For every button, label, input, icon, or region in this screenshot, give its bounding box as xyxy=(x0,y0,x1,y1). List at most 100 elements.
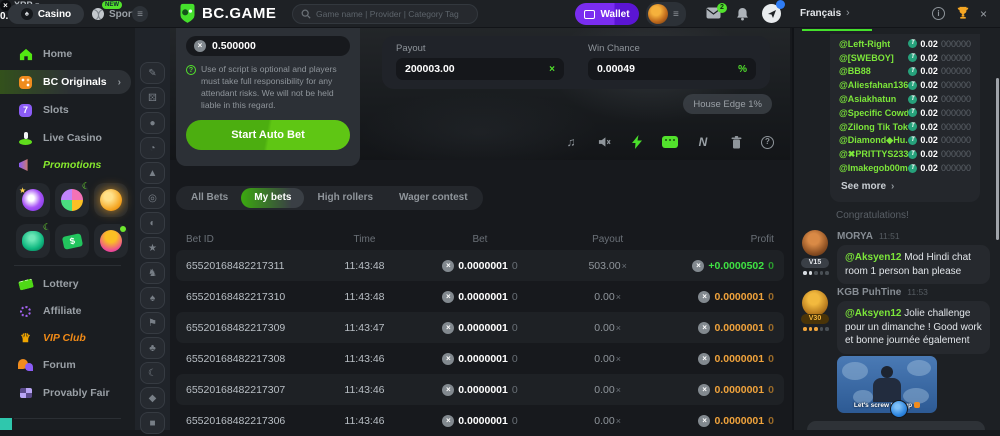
game-nav-icon-8[interactable]: ★ xyxy=(140,237,165,259)
tab-wager-contest[interactable]: Wager contest xyxy=(386,188,481,208)
sidebar-item-live-casino[interactable]: Live Casino xyxy=(0,126,135,150)
profile-menu[interactable] xyxy=(646,2,686,26)
divider xyxy=(14,265,121,266)
game-nav-icon-14[interactable]: ◆ xyxy=(140,387,165,409)
chat-tab-indicator xyxy=(802,29,872,31)
brand-logo[interactable]: BC.GAME xyxy=(178,3,276,24)
promo-tile-wheel[interactable] xyxy=(55,183,89,217)
game-nav-icon-10[interactable]: ♠ xyxy=(140,287,165,309)
promo-tile-cash[interactable] xyxy=(55,224,89,258)
cash-icon xyxy=(61,233,82,250)
table-row[interactable]: 65520168482217308 11:43:46 0.00000010 0.… xyxy=(176,343,784,374)
bet-amount-input[interactable]: 0.500000 xyxy=(186,36,350,56)
music-icon[interactable]: ♫ xyxy=(563,134,579,150)
game-nav-icon-11[interactable]: ⚑ xyxy=(140,312,165,334)
disclaimer-text: Use of script is optional and players mu… xyxy=(201,64,337,110)
vip-level-badge: V30 xyxy=(801,314,829,324)
chat-message[interactable]: @Aksyen12 Mod Hindi chat room 1 person b… xyxy=(837,245,990,284)
xrp-coin-icon xyxy=(194,40,206,52)
game-nav-icon-5[interactable]: ▲ xyxy=(140,162,165,184)
game-nav-icon-3[interactable]: ● xyxy=(140,112,165,134)
game-nav-icon-7[interactable]: ◐ xyxy=(140,212,165,234)
help-icon[interactable]: ? xyxy=(761,136,774,149)
promo-tile-piggy[interactable] xyxy=(94,183,128,217)
chat-input[interactable] xyxy=(807,421,985,430)
language-selector[interactable]: Français xyxy=(800,8,841,19)
language-chevron-icon[interactable] xyxy=(846,7,862,22)
turbo-bolt-icon[interactable] xyxy=(629,134,645,150)
bell-icon xyxy=(736,7,749,21)
table-row[interactable]: 65520168482217306 11:43:46 0.00000010 0.… xyxy=(176,405,784,436)
game-nav-icon-15[interactable]: ■ xyxy=(140,412,165,434)
sidebar-item-lottery[interactable]: Lottery xyxy=(0,272,135,296)
chat-message[interactable]: @Aksyen12 Jolie challenge pour un dimanc… xyxy=(837,301,990,354)
game-nav-icon-2[interactable]: ⚄ xyxy=(140,87,165,109)
table-row[interactable]: 65520168482217310 11:43:48 0.00000010 0.… xyxy=(176,281,784,312)
sidebar-item-promotions[interactable]: Promotions xyxy=(0,153,135,177)
sidebar-item-home[interactable]: Home xyxy=(0,42,135,66)
game-nav-icon-13[interactable]: ☾ xyxy=(140,362,165,384)
chat-badge xyxy=(776,0,785,9)
close-icon[interactable] xyxy=(980,7,996,22)
menu-button[interactable] xyxy=(132,6,148,22)
user-mention[interactable]: @Aksyen12 xyxy=(845,308,901,319)
payout-input[interactable]: 200003.00 × xyxy=(396,58,564,80)
tab-my-bets[interactable]: My bets xyxy=(241,188,304,208)
sidebar-item-slots[interactable]: 7 Slots xyxy=(0,98,135,122)
xrp-coin-icon xyxy=(698,384,710,396)
game-nav-icon-9[interactable]: ♞ xyxy=(140,262,165,284)
emoji-reaction[interactable] xyxy=(890,400,908,418)
chat-avatar[interactable] xyxy=(802,230,828,256)
list-icon xyxy=(673,9,679,20)
hotkeys-keyboard-icon[interactable] xyxy=(662,134,678,150)
clear-trash-icon[interactable] xyxy=(728,134,744,150)
sidebar-item-forum[interactable]: Forum xyxy=(0,353,135,377)
user-mention[interactable]: @Aksyen12 xyxy=(845,252,901,263)
game-nav-icon-1[interactable]: ✎ xyxy=(140,62,165,84)
sidebar-item-affiliate[interactable]: Affiliate xyxy=(0,299,135,323)
tab-high-rollers[interactable]: High rollers xyxy=(304,188,386,208)
inbox-button[interactable]: 2 xyxy=(706,7,722,22)
crown-icon xyxy=(18,331,33,346)
chat-scrollbar[interactable] xyxy=(996,78,999,240)
sidebar-item-bc-originals[interactable]: BC Originals xyxy=(0,70,131,94)
casino-toggle[interactable]: Casino xyxy=(8,4,84,24)
sidebar-item-vip-club[interactable]: VIP Club xyxy=(0,326,135,350)
info-icon[interactable] xyxy=(932,7,945,20)
table-row[interactable]: 65520168482217311 11:43:48 0.00000010 50… xyxy=(176,250,784,281)
sidebar-label: VIP Club xyxy=(43,332,86,344)
send-icon xyxy=(767,9,777,19)
table-row[interactable]: 65520168482217307 11:43:46 0.00000010 0.… xyxy=(176,374,784,405)
game-nav-icon-12[interactable]: ♣ xyxy=(140,337,165,359)
game-nav-icon-4[interactable]: ◔ xyxy=(140,137,165,159)
game-glyph: ◔ xyxy=(149,143,155,154)
sound-icon[interactable] xyxy=(596,134,612,150)
support-widget[interactable] xyxy=(0,418,12,430)
game-glyph: ◎ xyxy=(148,193,157,204)
game-search[interactable] xyxy=(292,4,478,24)
see-more-link[interactable]: See more xyxy=(830,175,980,192)
chat-gif-attachment[interactable]: Let's screw this up xyxy=(837,356,937,413)
promo-tile-pet[interactable] xyxy=(16,224,50,258)
promo-tile-spin[interactable] xyxy=(16,183,50,217)
wallet-button[interactable]: Wallet xyxy=(575,3,639,25)
tournament-button[interactable] xyxy=(956,6,972,21)
table-row[interactable]: 65520168482217309 11:43:47 0.00000010 0.… xyxy=(176,312,784,343)
sidebar-item-provably-fair[interactable]: Provably Fair xyxy=(0,381,135,405)
chat-username: MORYA11:51 xyxy=(837,231,900,242)
search-input[interactable] xyxy=(316,9,466,19)
chat-avatar[interactable] xyxy=(802,290,828,316)
chat-toggle-button[interactable] xyxy=(762,4,781,23)
promo-tile-bonus[interactable] xyxy=(94,224,128,258)
bet-id: 65520168482217307 xyxy=(176,384,322,396)
xrp-coin-icon xyxy=(698,322,710,334)
rain-row: @Asiakhatun0.02000000 xyxy=(830,92,980,106)
win-chance-input[interactable]: 0.00049 % xyxy=(588,58,756,80)
notifications-button[interactable] xyxy=(736,7,752,22)
rain-row: @Aliesfahan13630.02000000 xyxy=(830,78,980,92)
start-auto-bet-button[interactable]: Start Auto Bet xyxy=(186,120,350,150)
sidebar-label: Home xyxy=(43,48,72,60)
game-nav-icon-6[interactable]: ◎ xyxy=(140,187,165,209)
trends-icon[interactable]: N xyxy=(695,134,711,150)
tab-all-bets[interactable]: All Bets xyxy=(178,188,241,208)
